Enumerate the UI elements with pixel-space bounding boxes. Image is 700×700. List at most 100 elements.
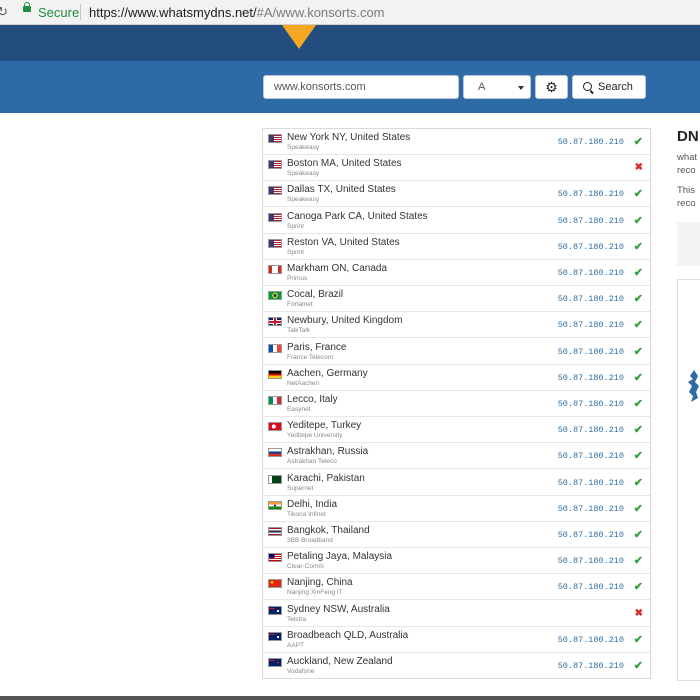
result-location: New York NY, United States	[287, 132, 411, 143]
flag-de-icon	[268, 369, 282, 379]
url-hash: #A/www.konsorts.com	[256, 5, 385, 20]
result-ip: 50.87.180.210	[557, 530, 624, 540]
check-icon: ✔	[633, 240, 643, 253]
result-ip: 50.87.180.210	[557, 294, 624, 305]
result-ip: 50.87.180.210	[557, 137, 624, 147]
flag-us-icon	[268, 238, 282, 248]
flag-pk-icon	[268, 474, 282, 484]
result-ip: 50.87.180.210	[557, 503, 624, 514]
result-ip: 50.87.180.210	[557, 399, 624, 409]
check-icon: ✔	[633, 502, 643, 515]
flag-ru-icon	[268, 448, 282, 458]
browser-address-bar[interactable]: ↻ Secure https://www.whatsmydns.net/#A/w…	[0, 0, 700, 25]
check-icon: ✔	[633, 267, 643, 279]
check-icon: ✔	[633, 319, 643, 332]
result-ip: 50.87.180.210	[557, 661, 624, 671]
flag-us-icon	[268, 212, 282, 222]
address-separator	[80, 4, 81, 20]
check-icon: ✔	[633, 188, 643, 201]
flag-us-icon	[268, 186, 282, 196]
check-icon: ✔	[633, 633, 643, 646]
result-isp: Sprint	[287, 222, 304, 230]
result-isp: Sprint	[287, 248, 304, 256]
result-ip: 50.87.180.210	[557, 634, 624, 645]
lock-icon	[23, 2, 31, 12]
result-isp: NetAachen	[287, 379, 320, 387]
result-location: Karachi, Pakistan	[287, 472, 365, 484]
result-ip: 50.87.180.210	[557, 425, 624, 436]
flag-tr-icon	[268, 422, 282, 432]
result-row: Newbury, United Kingdom TalkTalk 50.87.180…	[263, 312, 650, 339]
result-row: Nanjing, China Nanjing XinFeng IT 50.87.18…	[263, 574, 650, 601]
result-location: Astrakhan, Russia	[287, 446, 369, 458]
results-table: New York NY, United States Speakeasy 50.87…	[262, 128, 651, 679]
record-type-select[interactable]: A	[463, 75, 531, 99]
result-ip: 50.87.180.210	[557, 556, 624, 567]
flag-us-icon	[268, 134, 282, 143]
settings-button[interactable]: ⚙	[535, 75, 568, 99]
result-location: Sydney NSW, Australia	[287, 603, 390, 615]
flag-gb-icon	[268, 317, 282, 327]
result-location: Boston MA, United States	[287, 158, 402, 170]
reload-icon[interactable]: ↻	[0, 4, 8, 20]
result-isp: Fortalnet	[287, 301, 313, 309]
result-isp: Telstra	[287, 615, 307, 623]
result-isp: Yeditepe University	[287, 432, 343, 440]
result-location: Paris, France	[287, 341, 347, 353]
result-location: Nanjing, China	[287, 577, 353, 589]
flag-nz-icon	[268, 658, 282, 667]
record-type-value: A	[478, 81, 486, 93]
result-isp: Vodafone	[287, 668, 315, 675]
result-row: Lecco, Italy Easynet 50.87.180.210 ✔	[263, 391, 650, 417]
domain-search-input[interactable]: www.konsorts.com	[263, 75, 459, 99]
result-ip: 50.87.180.210	[557, 451, 624, 462]
side-text-1-line-1: what	[677, 152, 698, 163]
result-row: Auckland, New Zealand Vodafone 50.87.180.2…	[263, 653, 650, 679]
result-isp: Clear-Comm	[287, 563, 324, 571]
result-location: Canoga Park CA, United States	[287, 210, 428, 222]
check-icon: ✔	[633, 660, 643, 672]
result-isp: Speakeasy	[287, 170, 320, 178]
result-location: Petaling Jaya, Malaysia	[287, 551, 393, 563]
cross-icon: ✖	[634, 162, 643, 174]
result-isp: Nanjing XinFeng IT	[287, 589, 343, 597]
result-isp: Astrakhan Teleco	[287, 458, 337, 466]
search-icon	[583, 82, 592, 91]
result-location: Lecco, Italy	[287, 394, 338, 405]
check-icon: ✔	[633, 345, 643, 358]
result-row: New York NY, United States Speakeasy 50.87…	[263, 129, 650, 155]
check-icon: ✔	[633, 424, 643, 437]
result-isp: AAPT	[287, 641, 304, 649]
result-row: Cocal, Brazil Fortalnet 50.87.180.210 ✔	[263, 286, 650, 313]
check-icon: ✔	[633, 450, 643, 463]
flag-th-icon	[268, 527, 282, 536]
result-isp: Supernet	[287, 484, 314, 492]
secure-label: Secure	[38, 5, 80, 20]
check-icon: ✔	[633, 398, 643, 410]
result-ip: 50.87.180.210	[557, 215, 624, 226]
result-row: Petaling Jaya, Malaysia Clear-Comm 50.87.1…	[263, 548, 650, 575]
cross-icon: ✖	[634, 607, 643, 619]
url-main: https://www.whatsmydns.net/	[89, 5, 257, 20]
check-icon: ✔	[633, 476, 643, 489]
search-button[interactable]: Search	[572, 75, 646, 99]
side-text-2-line-1: This	[677, 185, 695, 196]
result-row: Markham ON, Canada Primus 50.87.180.210 ✔	[263, 260, 650, 286]
flag-fr-icon	[268, 343, 282, 353]
result-isp: TalkTalk	[287, 327, 311, 335]
result-row: Sydney NSW, Australia Telstra ✖	[263, 601, 650, 627]
result-ip: 50.87.180.210	[557, 320, 624, 331]
result-row: Astrakhan, Russia Astrakhan Teleco 50.87.1…	[263, 443, 650, 470]
url-text[interactable]: https://www.whatsmydns.net/#A/www.konsor…	[89, 5, 385, 20]
result-row: Broadbeach QLD, Australia AAPT 50.87.180.2…	[263, 627, 650, 653]
result-row: Karachi, Pakistan Supernet 50.87.180.210 ✔	[263, 470, 650, 496]
flag-it-icon	[268, 396, 282, 405]
result-isp: Primus	[287, 275, 308, 282]
result-row: Canoga Park CA, United States Sprint 50.87…	[263, 208, 650, 234]
result-row: Paris, France France Telecom 50.87.180.210…	[263, 339, 650, 365]
flag-in-icon	[268, 500, 282, 510]
side-panel-map	[677, 279, 700, 681]
result-location: Yeditepe, Turkey	[287, 420, 362, 432]
result-isp: 3BB Broadband	[287, 537, 333, 544]
side-text-1-line-2: reco	[677, 165, 696, 176]
